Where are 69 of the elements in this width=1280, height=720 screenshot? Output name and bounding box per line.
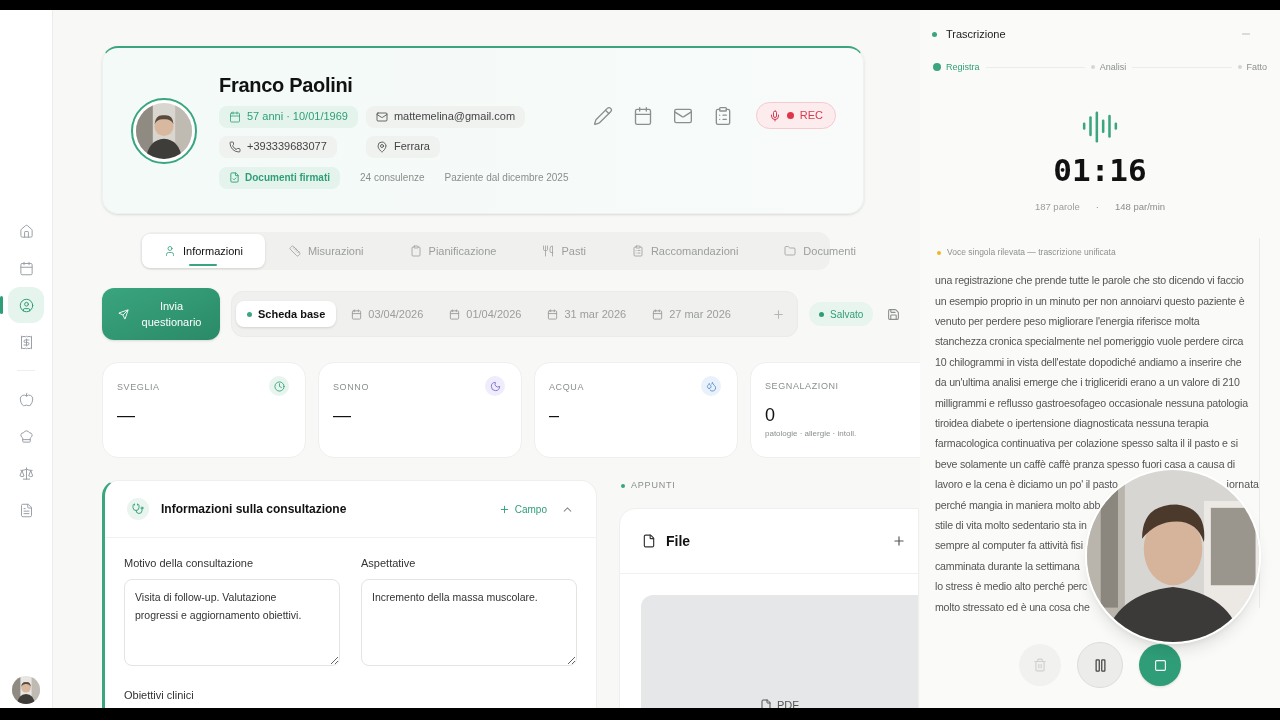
text-area[interactable]: Visita di follow-up. Valutazione progressi e aggiornamento obiettivi. — [124, 578, 340, 666]
transcript-line: da un'ultima analisi emerge che i trigliceridi erano a un valore di 210 — [935, 375, 1240, 391]
step: Fatto — [1237, 60, 1267, 74]
version-tab[interactable]: Scheda base — [236, 301, 337, 327]
tab[interactable]: Documenti — [762, 234, 878, 268]
tab[interactable]: Pianificazione — [387, 234, 519, 268]
chip-text: mattemelina@gmail.com — [393, 109, 516, 125]
word-rate: 148 par/min — [1114, 200, 1166, 214]
tab[interactable]: Misurazioni — [266, 234, 386, 268]
pdf-preview[interactable]: PDF — [641, 595, 918, 708]
version-tab[interactable]: 27 mar 2026 — [641, 301, 742, 327]
add-field-button[interactable]: Campo — [498, 501, 547, 517]
patient-name: Franco Paolini — [219, 72, 354, 97]
transcript-line: farmacologica continuativa per colazione spesso salta il il pasto e si — [935, 436, 1238, 452]
stat-value: – — [549, 404, 560, 426]
separator: · — [1095, 200, 1099, 214]
transcript-line: molto stressato ed è una cosa che — [935, 599, 1090, 615]
panel-title: Trascrizione — [946, 27, 1006, 42]
transcript-line: un esempio proprio in un minuto per non annoiarvi questo paziente è — [935, 293, 1245, 309]
version-tab[interactable]: 03/04/2026 — [340, 301, 435, 327]
transcript-line: stile di vita molto sedentario sta in — [935, 517, 1087, 533]
transcript-line: beve solamente un caffè caffè pranza spesso fuori casa a causa di — [935, 456, 1235, 472]
timer: 01:16 — [1052, 152, 1148, 188]
stat-label: SVEGLIA — [117, 381, 160, 395]
transcript-line: perché mangia in maniera molto abb — [935, 497, 1101, 513]
tab[interactable]: Raccomandazioni — [609, 234, 761, 268]
send-questionnaire-button[interactable]: Invia questionario — [102, 288, 220, 340]
transcript-line: una registrazione che prende tutte le parole che sto dicendo vi faccio — [935, 273, 1244, 289]
tab[interactable]: Informazioni — [142, 234, 265, 268]
badge-text: Documenti firmati — [245, 171, 330, 185]
transcript-line: venuto per perdere peso migliorare l'energia riferisce molta — [935, 314, 1200, 330]
transcript-line: sempre al computer fa attività fisi — [935, 538, 1083, 554]
chip-text: 57 anni · 10/01/1969 — [247, 109, 348, 125]
stat-label: SONNO — [333, 381, 369, 395]
transcript-line: camminata durante la settimana — [935, 558, 1080, 574]
word-count: 187 parole — [1034, 200, 1080, 214]
card-title: File — [666, 531, 691, 551]
transcript-fragment: iornata — [1226, 477, 1259, 493]
tab[interactable]: Pasti — [520, 234, 608, 268]
record-button[interactable]: REC — [755, 102, 836, 129]
section-heading: APPUNTI — [631, 479, 676, 493]
stat-label: SEGNALAZIONI — [765, 380, 839, 393]
stat-value: 0 — [765, 403, 776, 426]
patient-since: Paziente dal dicembre 2025 — [444, 171, 569, 185]
section-title: Informazioni sulla consultazione — [161, 501, 347, 518]
pdf-label: PDF — [777, 697, 799, 708]
transcript-line: milligrammi e reflusso gastroesofageo occasionale nessuna patologia — [935, 395, 1248, 411]
step: Analisi — [1090, 60, 1127, 74]
chip-text: Ferrara — [393, 139, 430, 155]
transcript-line: stanchezza cronica specialmente nel pomeriggio vuole perdere circa — [935, 334, 1244, 350]
transcript-line: lavoro e la cena è diciamo un po' il pasto — [935, 477, 1118, 493]
stat-value: — — [333, 404, 352, 426]
version-tab[interactable]: 01/04/2026 — [438, 301, 533, 327]
field-label: Aspettative — [361, 556, 417, 571]
transcript-line: lo stress è medio alto perché perc — [935, 579, 1088, 595]
transcript-line: tiroidea diabete o ipertensione diagnosticata nessuna terapia — [935, 416, 1209, 431]
stat-note: patologie · allergie · intoll. — [765, 427, 858, 440]
field-label: Obiettivi clinici — [124, 687, 195, 703]
stat-value: — — [117, 404, 136, 426]
text-area[interactable]: Incremento della massa muscolare. — [361, 578, 577, 666]
notice-text: Voce singola rilevata — trascrizione unificata — [947, 246, 1116, 259]
consultations-count: 24 consulenze — [360, 171, 425, 185]
step: Registra — [933, 60, 980, 74]
version-tab[interactable]: 31 mar 2026 — [536, 301, 638, 327]
saved-status: Salvato — [809, 302, 874, 326]
chip-text: +393339683077 — [247, 139, 327, 155]
transcript-line: 10 chilogrammi in vista dell'estate dopodiché andiamo a inserire che — [935, 354, 1242, 370]
field-label: Motivo della consultazione — [124, 556, 255, 571]
stat-label: ACQUA — [549, 381, 584, 395]
